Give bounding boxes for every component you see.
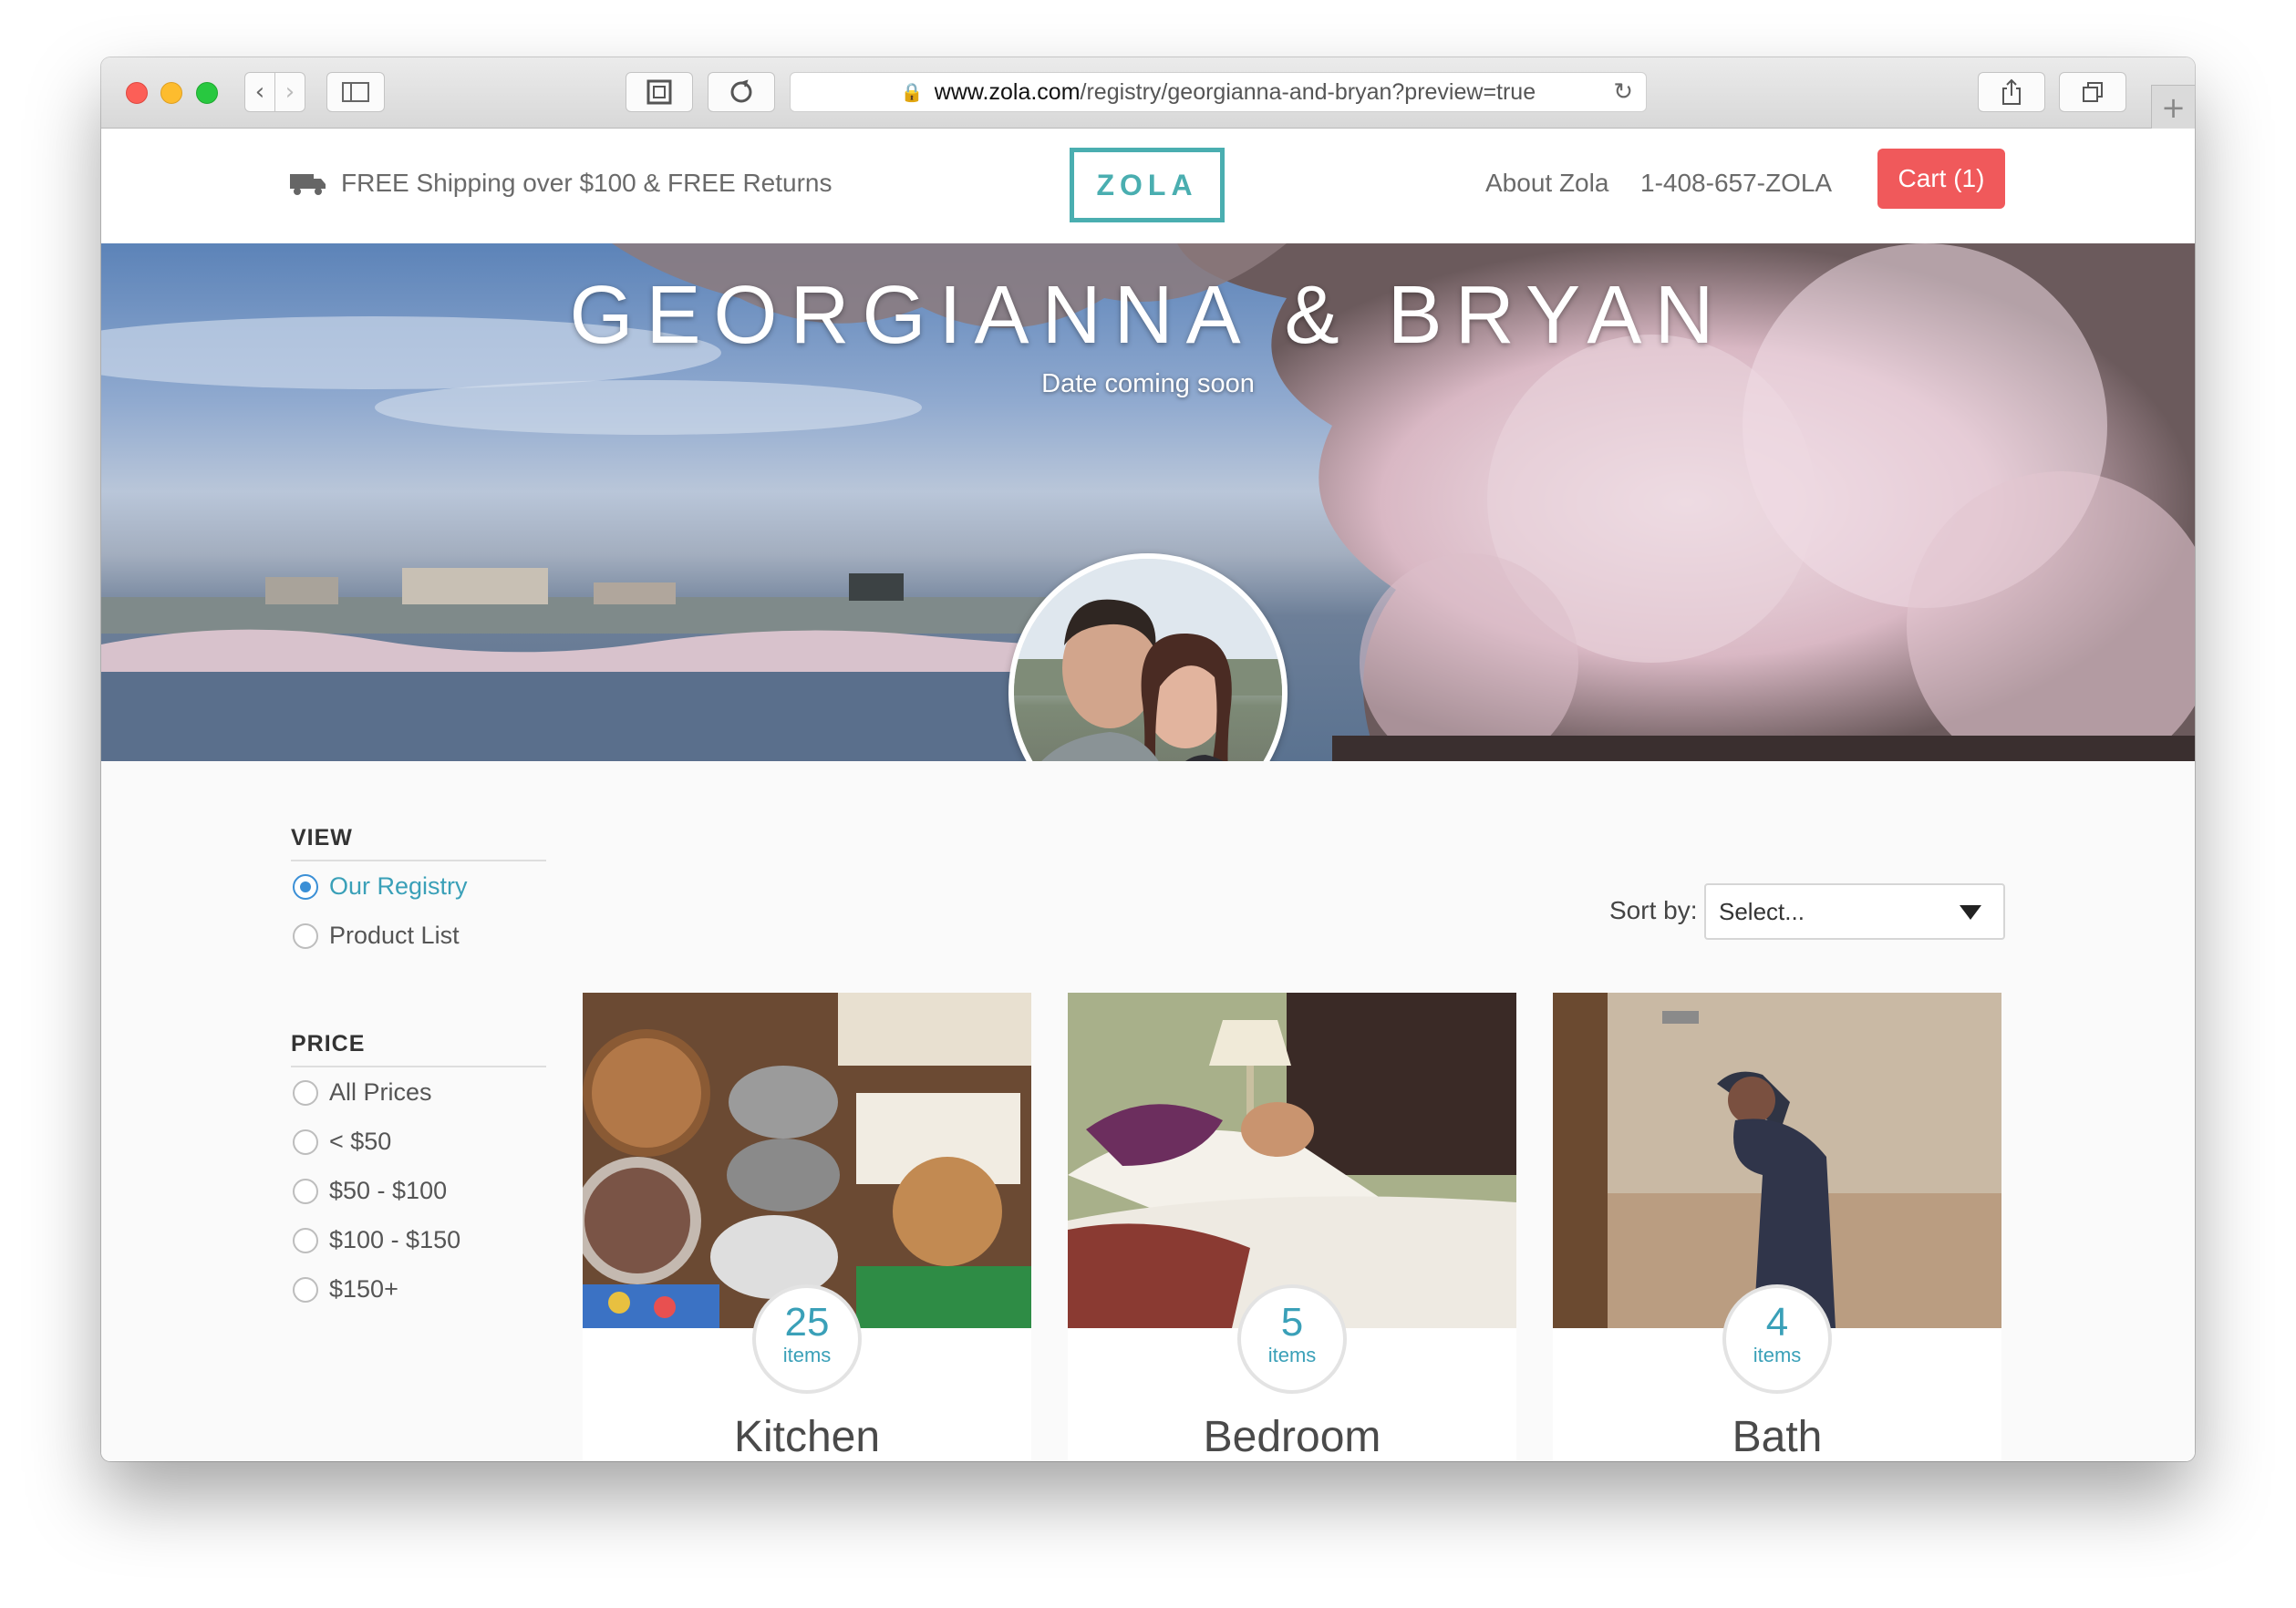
- kitchen-photo: [583, 993, 1031, 1328]
- zola-logo[interactable]: ZOLA: [1070, 148, 1225, 222]
- option-label: < $50: [329, 1128, 392, 1155]
- reload-icon[interactable]: ↻: [1613, 78, 1633, 106]
- radio-icon[interactable]: [293, 1276, 318, 1303]
- radio-icon[interactable]: [293, 1227, 318, 1253]
- shipping-text: FREE Shipping over $100 & FREE Returns: [341, 169, 833, 197]
- tabs-icon: [2083, 82, 2103, 102]
- url-path: /registry/georgianna-and-bryan?preview=t…: [1080, 78, 1536, 105]
- radio-icon[interactable]: [293, 1178, 318, 1204]
- category-card-kitchen[interactable]: 25 items Kitchen: [583, 993, 1031, 1461]
- close-window-button[interactable]: [126, 82, 148, 104]
- radio-selected-icon[interactable]: [293, 873, 318, 900]
- price-option-100-150[interactable]: $100 - $150: [293, 1226, 460, 1254]
- lock-icon: 🔒: [900, 82, 924, 103]
- plus-icon: +: [2161, 89, 2186, 125]
- item-count: 25: [784, 1300, 830, 1345]
- phone-link[interactable]: 1-408-657-ZOLA: [1640, 169, 1832, 198]
- url-domain: www.zola.com: [934, 78, 1081, 105]
- category-title: Bedroom: [1203, 1413, 1381, 1461]
- browser-window: ‹ › 🔒 www.zola.com/registry/georgianna-a…: [101, 57, 2195, 1461]
- view-option-product-list[interactable]: Product List: [293, 922, 460, 950]
- divider: [291, 860, 546, 861]
- item-count: 5: [1280, 1300, 1304, 1345]
- option-label: $100 - $150: [329, 1226, 461, 1253]
- forward-button[interactable]: ›: [274, 72, 305, 112]
- wedding-date: Date coming soon: [1041, 369, 1255, 398]
- view-option-our-registry[interactable]: Our Registry: [293, 872, 468, 901]
- radio-icon[interactable]: [293, 1129, 318, 1155]
- item-count: 4: [1765, 1300, 1789, 1345]
- back-button[interactable]: ‹: [244, 72, 275, 112]
- item-count-label: items: [1753, 1344, 1802, 1366]
- item-count-badge: 25 items: [752, 1284, 862, 1394]
- price-option-150-plus[interactable]: $150+: [293, 1275, 398, 1304]
- reader-icon: [646, 79, 672, 105]
- view-heading: VIEW: [291, 825, 353, 850]
- caret-down-icon: [1960, 905, 1981, 920]
- category-title: Bath: [1732, 1413, 1823, 1461]
- minimize-window-button[interactable]: [160, 82, 182, 104]
- bath-photo: [1553, 993, 2001, 1328]
- radio-icon[interactable]: [293, 1079, 318, 1106]
- item-count-badge: 5 items: [1237, 1284, 1347, 1394]
- item-count-label: items: [782, 1344, 832, 1366]
- radio-icon[interactable]: [293, 923, 318, 949]
- item-count-label: items: [1267, 1344, 1317, 1366]
- option-label: $150+: [329, 1275, 398, 1303]
- zoom-window-button[interactable]: [196, 82, 218, 104]
- sidebar-icon: [342, 82, 369, 102]
- option-label: Product List: [329, 922, 460, 949]
- sort-value: Select...: [1719, 897, 1805, 925]
- registry-content: VIEW Our Registry Product List PRICE All…: [101, 761, 2195, 1461]
- price-heading: PRICE: [291, 1031, 366, 1057]
- item-count-badge: 4 items: [1722, 1284, 1832, 1394]
- price-option-under-50[interactable]: < $50: [293, 1128, 391, 1156]
- chevron-left-icon: ‹: [254, 78, 265, 106]
- option-label: $50 - $100: [329, 1177, 448, 1204]
- category-card-bath[interactable]: 4 items Bath: [1553, 993, 2001, 1461]
- cart-button[interactable]: Cart (1): [1877, 149, 2005, 209]
- divider: [291, 1066, 546, 1067]
- category-title: Kitchen: [733, 1413, 881, 1461]
- share-icon: [2002, 78, 2021, 105]
- couple-names: GEORGIANNA & BRYAN: [569, 270, 1727, 361]
- option-label: Our Registry: [329, 872, 468, 900]
- price-option-all[interactable]: All Prices: [293, 1078, 432, 1107]
- category-card-bedroom[interactable]: 5 items Bedroom: [1068, 993, 1516, 1461]
- sort-label: Sort by:: [1609, 896, 1698, 924]
- sidebar-toggle-button[interactable]: [326, 72, 385, 112]
- about-zola-link[interactable]: About Zola: [1485, 169, 1608, 198]
- shipping-banner: FREE Shipping over $100 & FREE Returns: [290, 169, 832, 198]
- site-header: FREE Shipping over $100 & FREE Returns Z…: [101, 129, 2195, 243]
- browser-titlebar: ‹ › 🔒 www.zola.com/registry/georgianna-a…: [101, 57, 2195, 129]
- truck-icon: [290, 172, 326, 195]
- chevron-right-icon: ›: [284, 78, 295, 106]
- option-label: All Prices: [329, 1078, 432, 1106]
- sync-icon: [730, 79, 752, 103]
- bedroom-photo: [1068, 993, 1516, 1328]
- tabs-button[interactable]: [2059, 72, 2126, 112]
- share-button[interactable]: [1978, 72, 2045, 112]
- extension-button[interactable]: [708, 72, 775, 112]
- address-bar[interactable]: 🔒 www.zola.com/registry/georgianna-and-b…: [790, 72, 1647, 112]
- new-tab-button[interactable]: +: [2151, 85, 2195, 129]
- sort-select[interactable]: Select...: [1704, 883, 2005, 940]
- reader-button[interactable]: [626, 72, 693, 112]
- price-option-50-100[interactable]: $50 - $100: [293, 1177, 447, 1205]
